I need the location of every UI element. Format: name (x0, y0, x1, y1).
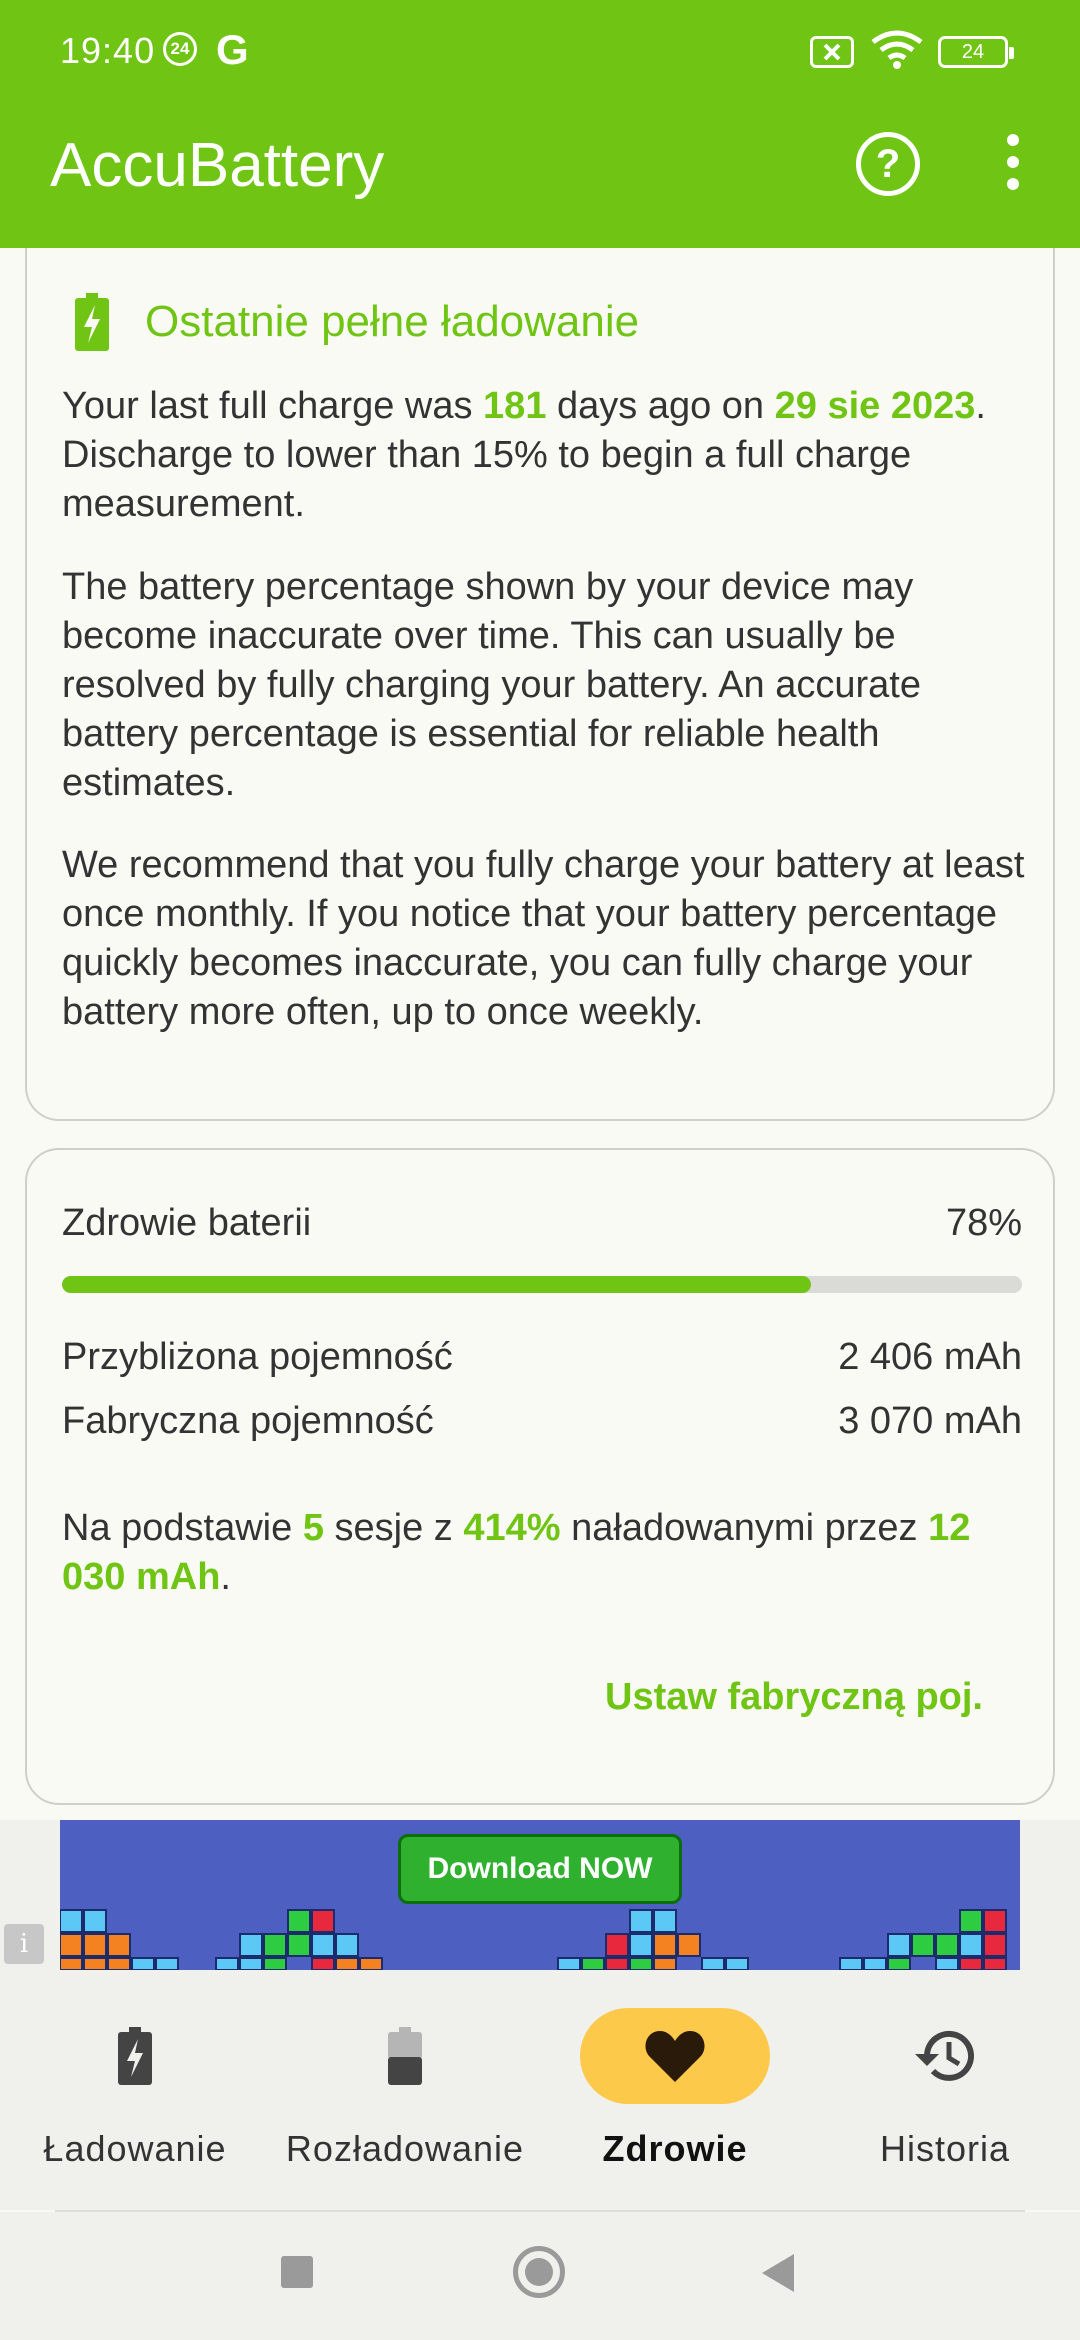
active-pill (580, 2008, 770, 2104)
factory-capacity-label: Fabryczna pojemność (62, 1400, 434, 1442)
nav-label-health: Zdrowie (602, 2128, 748, 2169)
wifi-icon (870, 30, 924, 70)
health-value: 78% (945, 1202, 1022, 1244)
date-value: 29 sie 2023 (774, 385, 976, 427)
nav-item-charging[interactable]: Ładowanie (0, 1970, 270, 2210)
nav-label-charging: Ładowanie (43, 2128, 227, 2169)
factory-capacity-value: 3 070 mAh (838, 1400, 1022, 1442)
status-bar: 19:40 24 G 24 (0, 0, 1080, 100)
charged-percent: 414% (463, 1507, 561, 1549)
days-value: 181 (483, 385, 547, 427)
nav-item-discharging[interactable]: Rozładowanie (270, 1970, 540, 2210)
factory-capacity-row: Fabryczna pojemność 3 070 mAh (62, 1400, 1022, 1443)
battery-charging-icon (75, 293, 109, 351)
no-sim-icon (810, 36, 854, 68)
history-icon (915, 2030, 974, 2081)
recommendation-paragraph: We recommend that you fully charge your … (62, 844, 1025, 1033)
ad-download-button[interactable]: Download NOW (398, 1834, 682, 1904)
nav-item-health[interactable]: Zdrowie (540, 1970, 810, 2210)
more-options-icon[interactable] (995, 134, 1031, 194)
google-icon: G (216, 26, 249, 73)
health-row: Zdrowie baterii 78% (62, 1202, 1022, 1245)
health-progress-bar (62, 1276, 1022, 1293)
health-progress-fill (62, 1276, 811, 1293)
app-bar: 19:40 24 G 24 AccuBattery ? (0, 0, 1080, 248)
back-icon[interactable] (762, 2254, 794, 2292)
health-label: Zdrowie baterii (62, 1202, 312, 1244)
last-charge-summary: Your last full charge was 181 days ago o… (62, 385, 986, 525)
ad-container: Download NOW i (0, 1820, 1080, 1970)
battery-charging-icon (118, 2027, 152, 2085)
nav-label-discharging: Rozładowanie (285, 2128, 525, 2169)
ad-banner[interactable]: Download NOW (60, 1820, 1020, 1970)
battery-status-icon: 24 (938, 36, 1014, 68)
inaccuracy-paragraph: The battery percentage shown by your dev… (62, 566, 921, 804)
sessions-basis-text: Na podstawie 5 sesje z 414% naładowanymi… (62, 1507, 971, 1598)
bottom-navigation: Ładowanie Rozładowanie Zdrowie Historia (0, 1970, 1080, 2210)
last-full-charge-card: Ostatnie pełne ładowanie Your last full … (25, 248, 1055, 1121)
approx-capacity-row: Przybliżona pojemność 2 406 mAh (62, 1336, 1022, 1379)
card-title: Ostatnie pełne ładowanie (145, 297, 640, 346)
nav-label-history: Historia (879, 2128, 1011, 2169)
ad-info-icon[interactable]: i (4, 1924, 44, 1964)
help-button[interactable]: ? (856, 132, 920, 196)
approx-capacity-label: Przybliżona pojemność (62, 1336, 453, 1378)
heart-icon (645, 2031, 705, 2082)
card-header: Ostatnie pełne ładowanie (75, 290, 639, 354)
system-nav-bar (0, 2212, 1080, 2340)
app-title: AccuBattery (50, 131, 385, 200)
nav-item-history[interactable]: Historia (810, 1970, 1080, 2210)
battery-discharge-icon (388, 2027, 422, 2085)
help-circle-icon: ? (875, 142, 901, 186)
sessions-count: 5 (302, 1507, 324, 1549)
set-factory-capacity-button[interactable]: Ustaw fabryczną poj. (605, 1676, 983, 1719)
recent-apps-icon[interactable] (281, 2256, 313, 2288)
status-time: 19:40 (60, 30, 156, 71)
approx-capacity-value: 2 406 mAh (838, 1336, 1022, 1378)
home-icon[interactable] (513, 2246, 565, 2298)
battery-health-card: Zdrowie baterii 78% Przybliżona pojemnoś… (25, 1148, 1055, 1805)
notification-badge-icon: 24 (163, 32, 197, 66)
